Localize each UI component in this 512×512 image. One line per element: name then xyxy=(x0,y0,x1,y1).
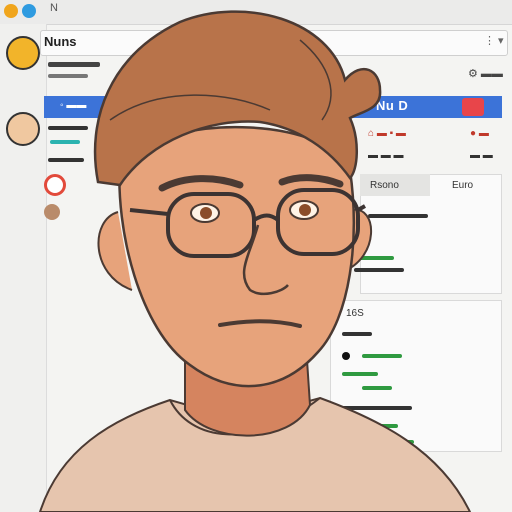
portrait-illustration xyxy=(38,10,472,512)
glasses-arm-right xyxy=(357,204,366,212)
screenshot-stage: N Nuns ⋮ ▾ ⚙ ▬▬ ◦ ▬▬ Ie Nu D ⌂ ▬ ▪ ▬ ▬ ▬… xyxy=(0,0,512,512)
